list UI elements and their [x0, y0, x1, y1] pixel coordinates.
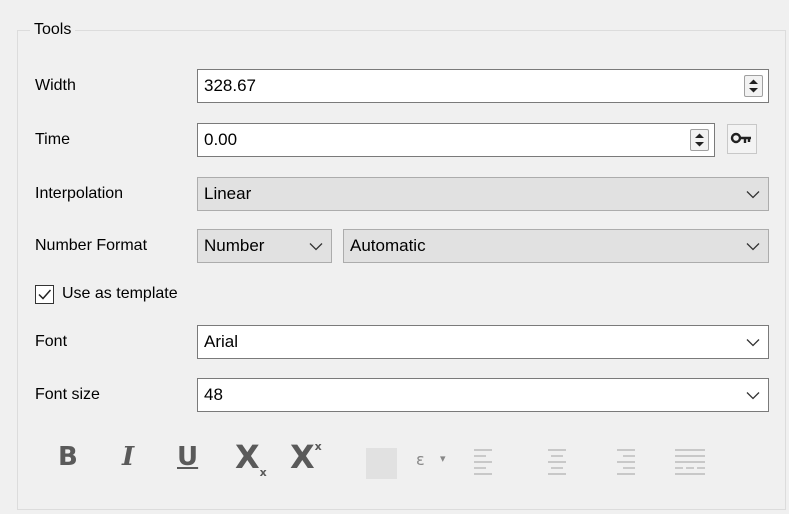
bold-icon[interactable]: B	[58, 442, 78, 472]
font-value: Arial	[204, 332, 239, 351]
superscript-main: X	[290, 438, 315, 476]
number-type-value: Number	[204, 236, 265, 255]
keyframe-button[interactable]	[727, 124, 757, 154]
color-swatch[interactable]	[366, 448, 397, 479]
align-right-icon[interactable]	[617, 447, 635, 479]
align-left-icon[interactable]	[474, 447, 492, 479]
use-as-template-checkbox[interactable]	[35, 285, 54, 304]
interpolation-label: Interpolation	[35, 185, 124, 202]
italic-icon[interactable]: I	[122, 442, 134, 472]
align-justify-icon[interactable]	[675, 447, 705, 479]
spin-arrows-icon	[749, 79, 758, 93]
subscript-small: x	[259, 466, 267, 479]
chevron-down-icon	[746, 379, 760, 411]
number-format-label: Number Format	[35, 237, 148, 254]
spin-arrows-icon	[695, 133, 704, 147]
number-type-dropdown[interactable]: Number	[197, 229, 332, 263]
font-label: Font	[35, 333, 68, 350]
align-center-icon[interactable]	[548, 447, 566, 479]
epsilon-icon[interactable]: ε	[416, 450, 425, 469]
time-spinner[interactable]	[690, 129, 709, 151]
use-as-template-label[interactable]: Use as template	[62, 281, 178, 307]
width-label: Width	[35, 77, 76, 94]
subscript-icon[interactable]: Xx	[235, 438, 267, 479]
chevron-down-icon	[746, 326, 760, 358]
superscript-icon[interactable]: Xx	[290, 438, 322, 476]
checkmark-icon	[38, 289, 52, 300]
width-field[interactable]: 328.67	[197, 69, 769, 103]
time-field[interactable]: 0.00	[197, 123, 715, 157]
width-value: 328.67	[204, 76, 256, 95]
interpolation-dropdown[interactable]: Linear	[197, 177, 769, 211]
font-size-dropdown[interactable]: 48	[197, 378, 769, 412]
epsilon-dropdown-caret[interactable]: ▾	[440, 452, 446, 465]
font-size-value: 48	[204, 385, 223, 404]
chevron-down-icon	[309, 230, 323, 262]
underline-icon[interactable]: U	[177, 442, 198, 472]
panel-title: Tools	[30, 20, 76, 40]
superscript-small: x	[314, 440, 322, 453]
time-label: Time	[35, 131, 70, 148]
font-dropdown[interactable]: Arial	[197, 325, 769, 359]
time-value: 0.00	[204, 130, 238, 149]
number-format-value: Automatic	[350, 236, 426, 255]
key-icon	[730, 132, 751, 144]
number-format-dropdown[interactable]: Automatic	[343, 229, 769, 263]
chevron-down-icon	[746, 230, 760, 262]
chevron-down-icon	[746, 178, 760, 210]
width-spinner[interactable]	[744, 75, 763, 97]
subscript-main: X	[235, 438, 260, 476]
interpolation-value: Linear	[204, 184, 252, 203]
font-size-label: Font size	[35, 386, 100, 403]
